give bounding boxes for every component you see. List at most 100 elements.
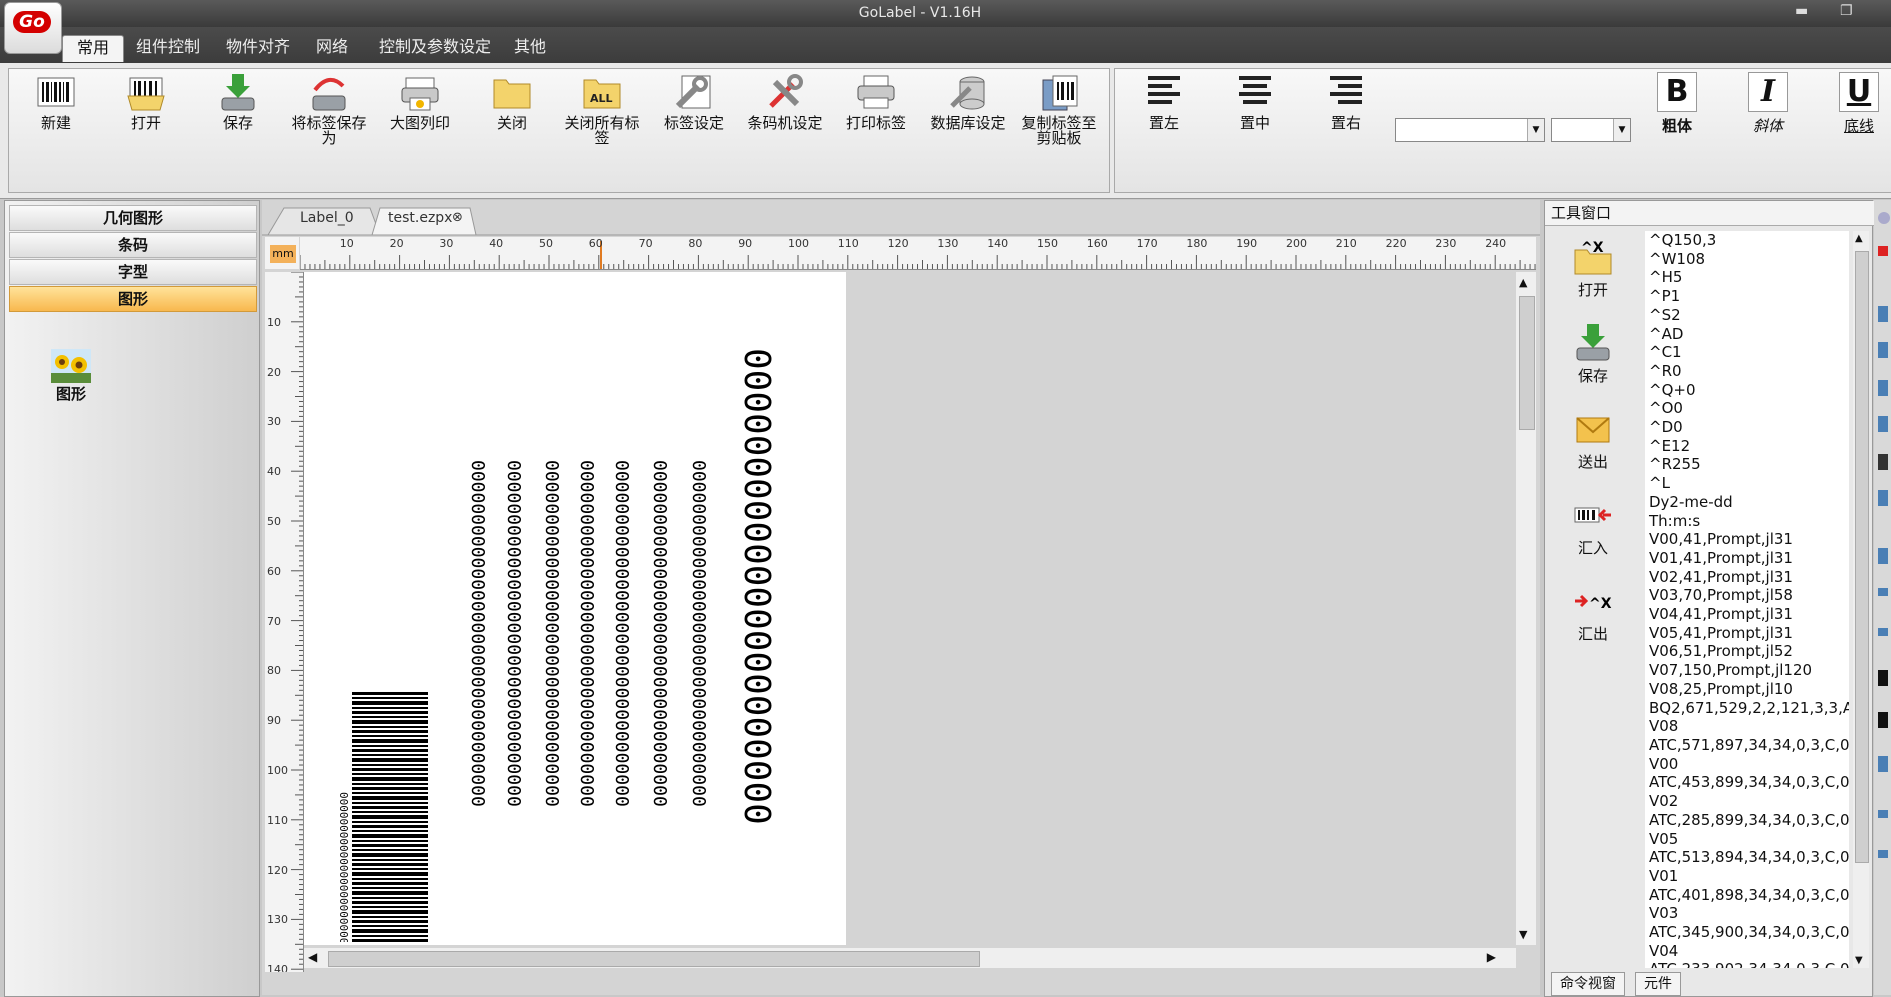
command-line: V01,41,Prompt,jl31 [1649, 548, 1793, 567]
minimize-button[interactable]: ▬ [1795, 3, 1808, 19]
print-label-button[interactable]: 打印标签 [832, 72, 920, 131]
image-item[interactable]: 图形 [41, 349, 101, 404]
scroll-up-icon[interactable]: ▲ [1855, 233, 1863, 244]
barcode-tool-icon[interactable] [1878, 380, 1888, 396]
svg-text:ALL: ALL [590, 92, 613, 105]
tool-save-button[interactable]: 保存 [1547, 320, 1639, 386]
scroll-down-icon[interactable]: ▼ [1855, 955, 1863, 966]
italic-button[interactable]: I 斜体 [1733, 72, 1803, 136]
distribute-tool-icon[interactable] [1878, 588, 1888, 596]
underline-button[interactable]: U 底线 [1824, 72, 1891, 136]
close-button-label: 关闭 [496, 114, 527, 132]
large-text-object[interactable]: 0000000000000000000000 [736, 348, 776, 945]
scroll-down-icon[interactable]: ▼ [1519, 928, 1527, 941]
close-button[interactable]: 关闭 [468, 72, 556, 131]
text-object[interactable]: 00000000000000000000000000000000 [502, 460, 524, 945]
align-center-button[interactable]: 置中 [1211, 72, 1299, 131]
align-right-button[interactable]: 置右 [1302, 72, 1390, 131]
tab-components[interactable]: 元件 [1635, 972, 1681, 996]
align-left-button[interactable]: 置左 [1120, 72, 1208, 131]
bold-button[interactable]: B 粗体 [1642, 72, 1712, 136]
horizontal-scroll-thumb[interactable] [328, 951, 980, 967]
category-barcode[interactable]: 条码 [9, 232, 257, 258]
rect-tool-icon[interactable] [1878, 490, 1888, 506]
tab-common[interactable]: 常用 [62, 35, 125, 62]
large-print-button[interactable]: 大图列印 [376, 72, 464, 131]
distribute-tool-icon[interactable] [1878, 628, 1888, 636]
label-settings-button[interactable]: 标签设定 [650, 72, 738, 131]
text-object[interactable]: 00000000000000000000000000000000 [575, 460, 597, 945]
ruler-tick-label: 80 [688, 237, 703, 250]
align-tool-icon[interactable] [1878, 548, 1888, 564]
tab-other[interactable]: 其他 [500, 35, 560, 61]
restore-button[interactable]: ❐ [1840, 3, 1853, 19]
save-as-button[interactable]: 将标签保存为 [285, 72, 373, 146]
open-button[interactable]: 打开 [102, 72, 190, 131]
text-object[interactable]: 00000000000000000000000000000000 [687, 460, 709, 945]
spacing-tool-icon[interactable] [1878, 850, 1888, 858]
image-tool-icon[interactable] [1878, 712, 1888, 728]
barcode-tool-icon[interactable] [1878, 342, 1888, 358]
close-all-button[interactable]: ALL 关闭所有标签 [558, 72, 646, 146]
label-canvas[interactable]: 0000000000000000000000000 00000000000000… [304, 272, 846, 945]
command-list[interactable]: ^Q150,3 ^W108 ^H5 ^P1 ^S2 ^AD ^C1 ^R0 ^Q+0 ^O0 ^D0… [1645, 231, 1849, 968]
text-tool-icon[interactable] [1878, 670, 1888, 686]
align-center-icon [1235, 72, 1275, 112]
copy-to-clipboard-button[interactable]: 复制标签至剪贴板 [1015, 72, 1103, 146]
text-object[interactable]: 00000000000000000000000000000000 [540, 460, 562, 945]
barcode-tool-icon[interactable] [1878, 306, 1888, 322]
command-line: ^R255 [1649, 455, 1701, 474]
spacing-tool-icon[interactable] [1878, 810, 1888, 818]
horizontal-scrollbar[interactable]: ◀ ▶ [304, 948, 1516, 968]
font-size-select[interactable]: ▼ [1551, 118, 1631, 142]
close-tab-icon[interactable]: ⊗ [452, 206, 463, 230]
tool-open-button[interactable]: ^X 打开 [1547, 234, 1639, 300]
command-scroll-thumb[interactable] [1855, 251, 1869, 863]
text-object[interactable]: 00000000000000000000000000000000 [648, 460, 670, 945]
logo-mini-icon[interactable] [1878, 246, 1888, 256]
vertical-scroll-thumb[interactable] [1519, 296, 1535, 430]
line-tool-icon[interactable] [1878, 454, 1888, 470]
barcode-object[interactable] [352, 692, 428, 945]
text-object[interactable]: 00000000000000000000000000000000 [610, 460, 632, 945]
printer-settings-button[interactable]: 条码机设定 [741, 72, 829, 131]
scroll-right-icon[interactable]: ▶ [1487, 950, 1496, 964]
italic-icon: I [1748, 72, 1788, 112]
command-scrollbar[interactable]: ▲ ▼ [1853, 231, 1869, 968]
tab-control-params[interactable]: 控制及参数设定 [365, 35, 505, 61]
tab-test-ezpx[interactable]: test.ezpx [388, 206, 452, 230]
category-geometry[interactable]: 几何图形 [9, 205, 257, 231]
category-font[interactable]: 字型 [9, 259, 257, 285]
category-image[interactable]: 图形 [9, 286, 257, 312]
save-button[interactable]: 保存 [194, 72, 282, 131]
barcode-tool-icon[interactable] [1878, 416, 1888, 432]
chevron-down-icon[interactable]: ▼ [1613, 119, 1630, 141]
command-line: V08 [1649, 717, 1679, 736]
tab-component-control[interactable]: 组件控制 [122, 35, 214, 61]
unit-box[interactable]: mm [265, 237, 299, 269]
font-select[interactable]: ▼ [1395, 118, 1545, 142]
tab-label-0[interactable]: Label_0 [300, 206, 354, 230]
tab-network[interactable]: 网络 [302, 35, 362, 61]
copy-to-clipboard-button-label: 复制标签至剪贴板 [1021, 114, 1097, 147]
new-button[interactable]: 新建 [12, 72, 100, 131]
tool-export-button[interactable]: ^X 汇出 [1547, 578, 1639, 644]
large-print-button-label: 大图列印 [389, 114, 450, 132]
tool-send-button[interactable]: 送出 [1547, 406, 1639, 472]
tool-window: 工具窗口 ^X 打开 保存 送出 汇入 ^X 汇出 ^Q150,3 ^W108 ^H… [1544, 200, 1878, 997]
vertical-scrollbar[interactable]: ▲ ▼ [1516, 272, 1536, 945]
chevron-down-icon[interactable]: ▼ [1527, 119, 1544, 141]
barcode-text[interactable]: 0000000000000000000000000 [337, 792, 349, 942]
align-tool-icon[interactable] [1878, 756, 1888, 772]
text-object[interactable]: 00000000000000000000000000000000 [466, 460, 488, 945]
app-logo-button[interactable]: Go [4, 2, 62, 54]
tab-object-align[interactable]: 物件对齐 [212, 35, 304, 61]
command-line: ^H5 [1649, 268, 1683, 287]
scroll-left-icon[interactable]: ◀ [308, 950, 317, 964]
globe-icon[interactable] [1878, 212, 1890, 224]
database-settings-button[interactable]: 数据库设定 [924, 72, 1012, 131]
tool-import-button[interactable]: 汇入 [1547, 492, 1639, 558]
command-line: ^Q150,3 [1649, 231, 1717, 249]
tab-command-view[interactable]: 命令视窗 [1551, 972, 1625, 996]
scroll-up-icon[interactable]: ▲ [1519, 276, 1527, 289]
